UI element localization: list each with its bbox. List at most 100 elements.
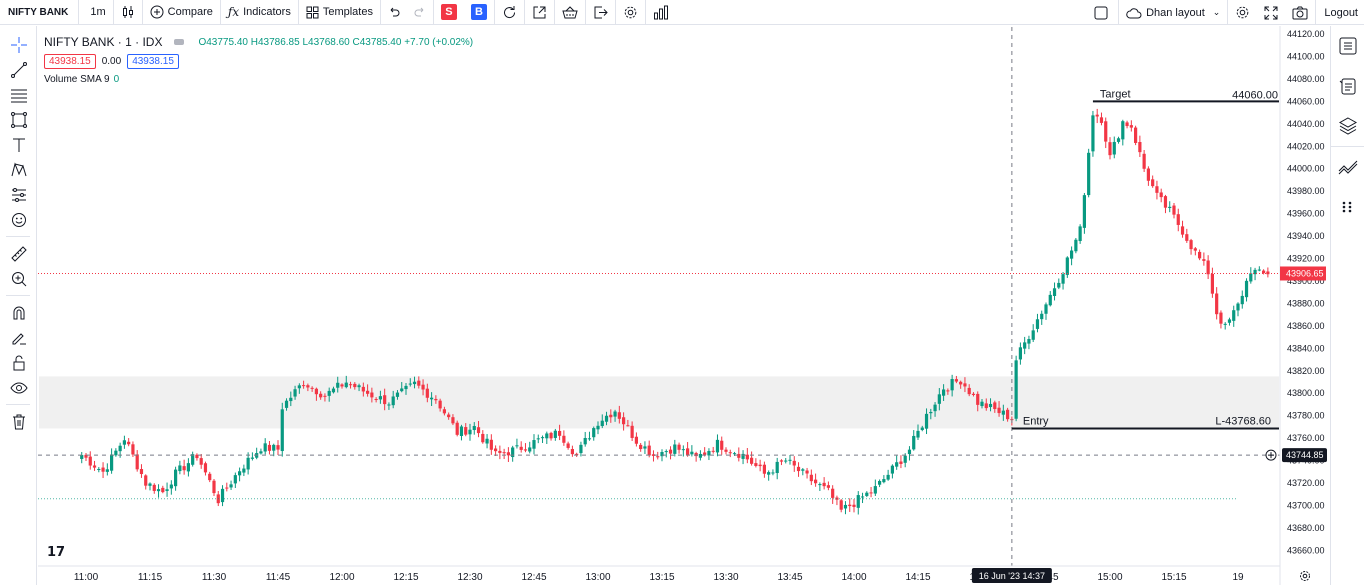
candle-body: [306, 385, 310, 388]
candle-body: [737, 453, 741, 458]
candles-group: [80, 108, 1270, 515]
layers-button[interactable]: [1331, 106, 1364, 146]
candle-body: [1006, 409, 1010, 420]
candle-body: [1138, 142, 1142, 153]
candle-body: [353, 383, 357, 388]
candle-body: [1193, 248, 1197, 251]
y-tick-label: 43980.00: [1287, 186, 1325, 196]
candle-body: [229, 484, 233, 488]
candle-body: [1180, 226, 1185, 235]
candle-body: [144, 475, 148, 486]
candle-body: [924, 413, 929, 429]
candle-body: [1040, 313, 1044, 320]
candle-body: [250, 457, 254, 459]
options-button[interactable]: [1331, 187, 1364, 227]
candle-body: [387, 404, 391, 406]
candle-body: [848, 504, 852, 507]
target-value: 44060.00: [1232, 89, 1278, 101]
candle-body: [395, 392, 400, 397]
candle-body: [984, 403, 988, 409]
candle-body: [912, 435, 916, 450]
candle-body: [1044, 304, 1048, 314]
candle-body: [826, 485, 830, 488]
candle-body: [626, 425, 630, 427]
candle-body: [238, 471, 242, 476]
x-tick-label: 11:15: [138, 572, 163, 583]
candle-body: [131, 444, 135, 455]
candle-body: [1172, 205, 1176, 215]
candle-body: [178, 465, 182, 472]
x-tick-label: 13:45: [777, 572, 802, 583]
x-tick-label: 14:15: [905, 572, 930, 583]
candle-body: [558, 430, 562, 436]
candle-body: [754, 463, 758, 466]
candle-body: [331, 388, 336, 393]
x-tick-label: 12:45: [521, 572, 546, 583]
x-tick-label: 11:00: [74, 572, 99, 583]
candle-body: [293, 389, 297, 397]
ideas-button[interactable]: [1331, 146, 1364, 187]
candle-body: [1104, 121, 1108, 142]
add-alert-button[interactable]: [1265, 449, 1277, 461]
candle-body: [481, 433, 485, 443]
candle-body: [1236, 303, 1240, 311]
candle-body: [1202, 259, 1206, 261]
candle-body: [97, 468, 101, 470]
price-axis[interactable]: 44120.00 44100.00 44080.00 44060.00 44040.00…: [1279, 26, 1325, 585]
volume-legend: Volume SMA 9 0: [44, 70, 473, 88]
candle-body: [1091, 115, 1095, 152]
alerts-button[interactable]: [1331, 66, 1364, 106]
legend-toggle-icon[interactable]: [174, 39, 185, 45]
sell-price-box[interactable]: 43938.15: [44, 53, 96, 69]
candle-body: [720, 440, 724, 450]
candle-body: [267, 444, 272, 451]
candle-body: [284, 400, 289, 408]
candle-body: [336, 382, 340, 388]
y-tick-label: 43660.00: [1287, 545, 1325, 555]
candle-body: [801, 469, 805, 471]
volume-value: 0: [113, 73, 120, 85]
legend-title[interactable]: NIFTY BANK · 1 · IDX: [44, 35, 162, 49]
candle-body: [127, 441, 131, 445]
candle-body: [673, 444, 677, 454]
candle-body: [374, 399, 378, 401]
time-axis[interactable]: 11:00 11:15 11:30 11:45 12:00 12:15 12:30 12:45…: [38, 565, 1280, 583]
candle-body: [1061, 274, 1065, 284]
candle-body: [233, 475, 237, 484]
candle-body: [148, 483, 152, 486]
candle-body: [1146, 168, 1150, 181]
last-price-text: 43906.65: [1286, 268, 1324, 278]
candle-body: [630, 425, 634, 438]
candle-body: [110, 454, 114, 471]
y-tick-label: 43840.00: [1287, 343, 1325, 353]
x-tick-label: 13:00: [585, 572, 610, 583]
candle-body: [809, 474, 813, 482]
layers-icon: [1338, 117, 1358, 135]
candle-body: [907, 449, 912, 455]
candle-body: [562, 435, 566, 443]
candle-body: [430, 397, 434, 400]
candle-body: [1116, 138, 1121, 142]
candle-body: [391, 396, 395, 406]
watchlist-button[interactable]: [1331, 26, 1364, 66]
candle-body: [788, 459, 792, 461]
buy-price-box[interactable]: 43938.15: [127, 53, 179, 69]
candle-body: [988, 403, 993, 408]
candle-body: [967, 387, 971, 395]
candle-body: [186, 463, 190, 472]
settings-gear-axis[interactable]: [1300, 571, 1310, 581]
candle-body: [383, 395, 387, 405]
candle-body: [348, 384, 353, 386]
legend-ohlc: O43775.40 H43786.85 L43768.60 C43785.40 …: [198, 36, 474, 48]
candle-body: [1087, 152, 1091, 196]
candle-body: [1142, 153, 1146, 169]
candle-body: [976, 393, 980, 405]
candle-body: [1070, 250, 1074, 259]
candle-body: [1125, 122, 1129, 127]
candle-body: [549, 432, 553, 439]
candle-body: [276, 445, 280, 450]
candle-body: [340, 384, 344, 387]
candle-body: [1159, 192, 1163, 198]
candle-body: [242, 468, 246, 473]
candle-body: [929, 411, 933, 414]
